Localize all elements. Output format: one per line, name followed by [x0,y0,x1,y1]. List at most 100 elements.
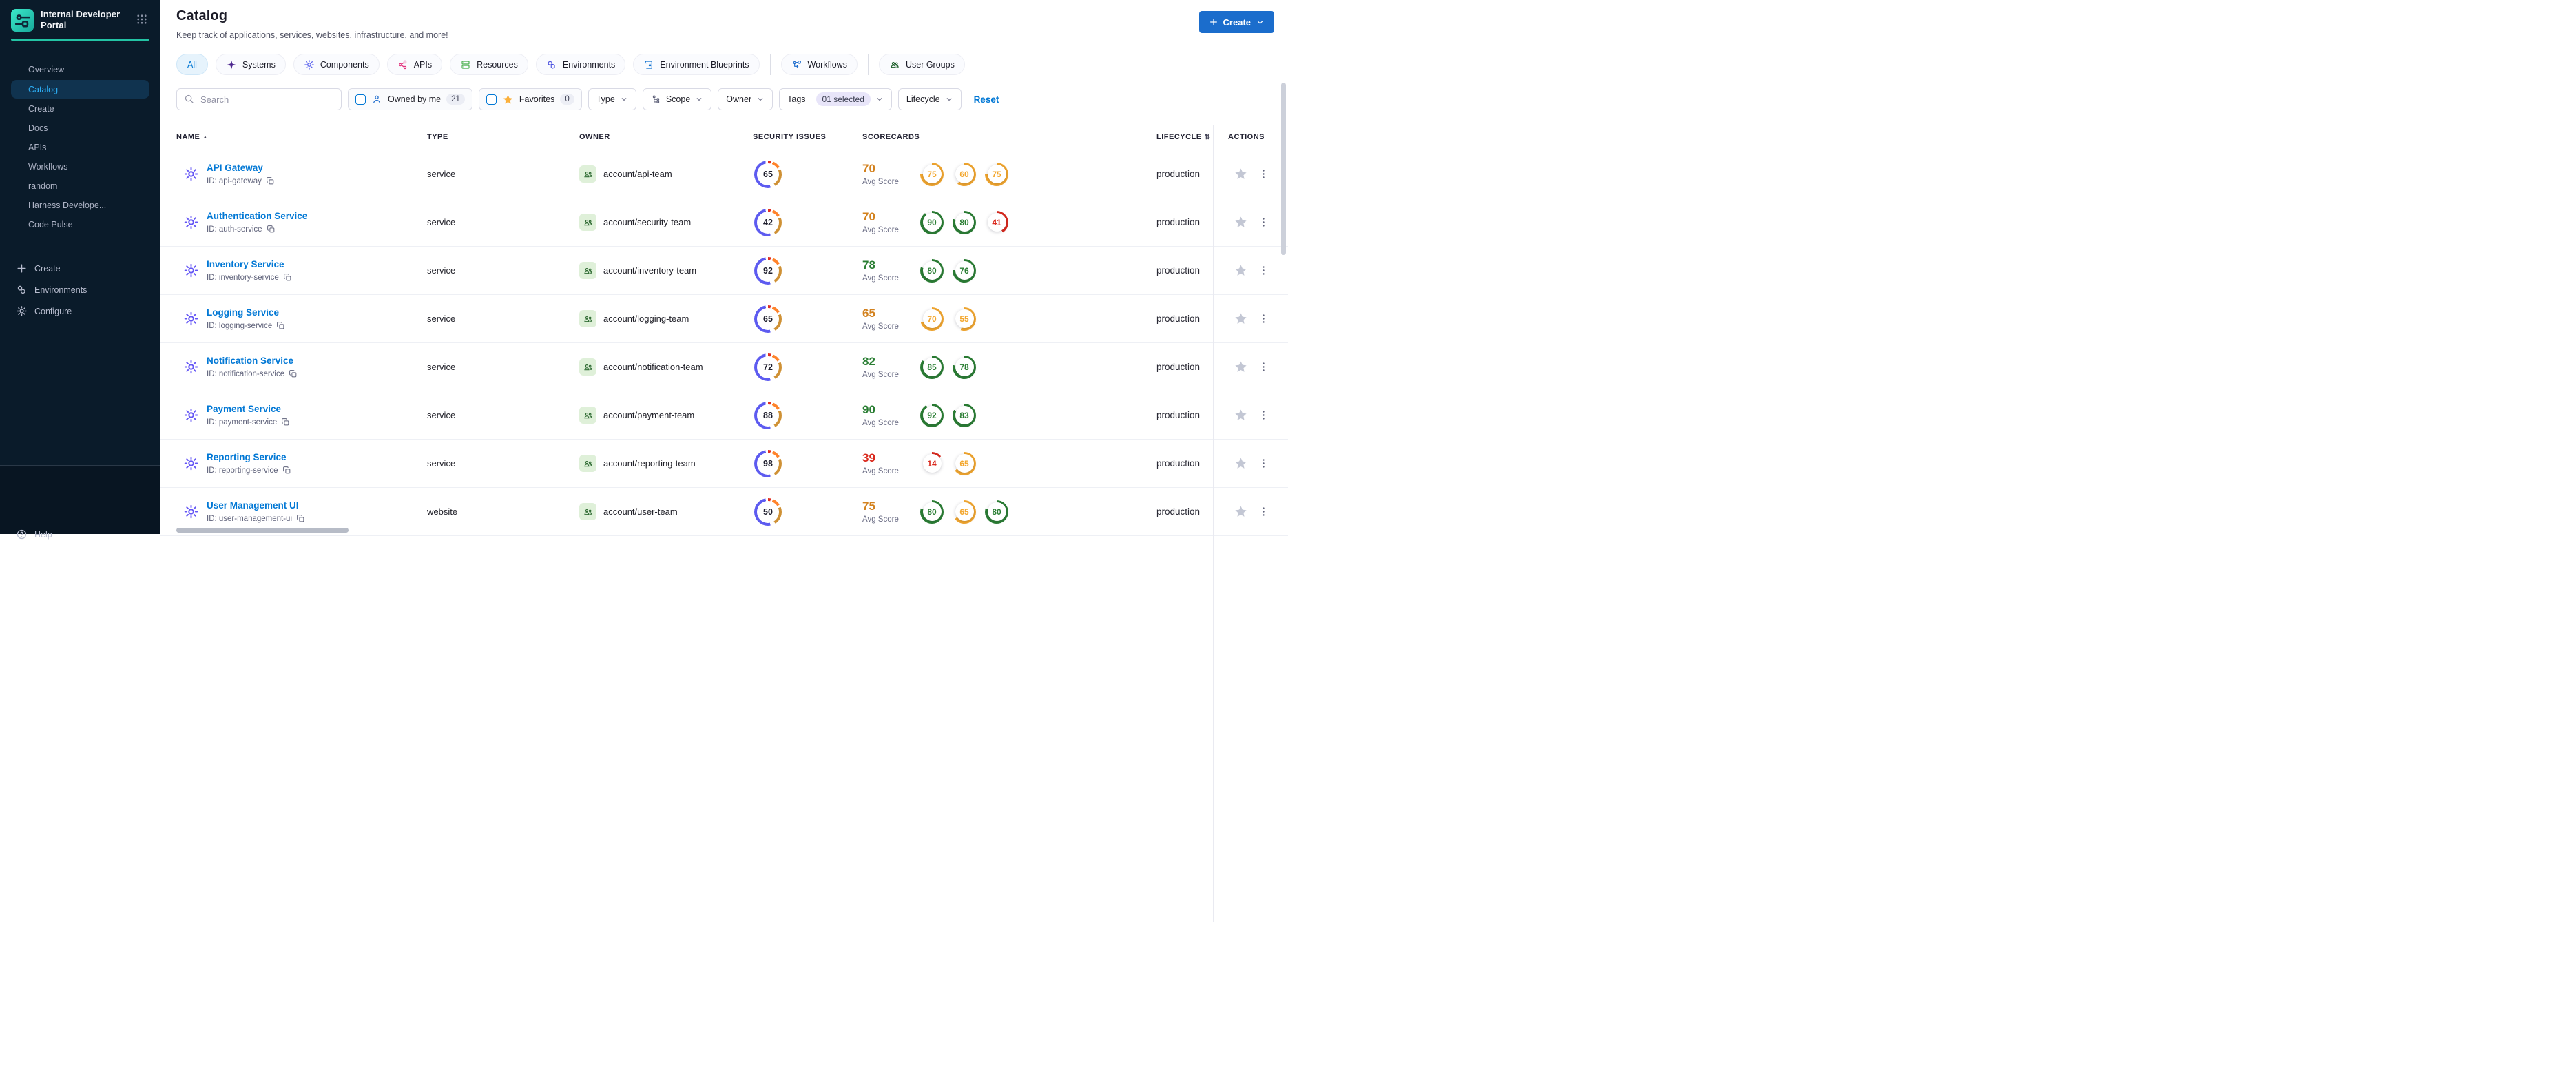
scorecard-badge[interactable]: 80 [920,500,944,524]
scorecard-badge[interactable]: 55 [953,307,976,331]
favorite-star-icon[interactable] [1234,311,1248,326]
scorecard-badge[interactable]: 41 [985,210,1008,234]
security-issues-donut[interactable]: 50 [754,497,782,526]
favorite-star-icon[interactable] [1234,456,1248,471]
entity-name-link[interactable]: Inventory Service [207,259,292,269]
entity-name-link[interactable]: API Gateway [207,163,275,173]
tab-environment-blueprints[interactable]: Environment Blueprints [633,54,760,75]
entity-name-link[interactable]: Reporting Service [207,452,291,462]
scorecard-badge[interactable]: 92 [920,403,944,427]
row-menu-kebab-icon[interactable] [1258,361,1269,373]
security-issues-donut[interactable]: 42 [754,208,782,236]
tags-dropdown[interactable]: Tags 01 selected [779,88,892,110]
tab-components[interactable]: Components [293,54,380,75]
column-header-lifecycle[interactable]: LIFECYCLE ⇅ [1102,133,1213,141]
scorecard-badge[interactable]: 70 [920,307,944,331]
row-menu-kebab-icon[interactable] [1258,506,1269,517]
sidebar-item-harness-develope[interactable]: Harness Develope... [11,196,149,214]
sidebar-item-help[interactable]: Help [16,528,52,540]
tab-all[interactable]: All [176,54,208,75]
favorites-checkbox[interactable] [486,94,497,105]
scorecard-badge[interactable]: 85 [920,355,944,379]
entity-name-link[interactable]: Logging Service [207,307,285,318]
entity-name-link[interactable]: User Management UI [207,500,305,511]
owned-by-me-checkbox[interactable] [355,94,366,105]
copy-icon[interactable] [281,418,290,427]
row-menu-kebab-icon[interactable] [1258,265,1269,276]
copy-icon[interactable] [282,466,291,475]
column-header-owner[interactable]: OWNER [572,133,747,141]
scorecard-badge[interactable]: 83 [953,403,976,427]
horizontal-scrollbar-thumb[interactable] [176,528,349,533]
favorite-star-icon[interactable] [1234,408,1248,422]
scorecard-badge[interactable]: 80 [985,500,1008,524]
row-menu-kebab-icon[interactable] [1258,458,1269,469]
scorecard-badge[interactable]: 60 [953,162,976,186]
favorite-star-icon[interactable] [1234,167,1248,181]
tab-environments[interactable]: Environments [535,54,626,75]
copy-icon[interactable] [296,514,305,523]
type-dropdown[interactable]: Type [588,88,636,110]
copy-icon[interactable] [283,273,292,282]
scorecard-badge[interactable]: 76 [953,258,976,283]
entity-name-link[interactable]: Payment Service [207,404,290,414]
row-menu-kebab-icon[interactable] [1258,313,1269,325]
row-menu-kebab-icon[interactable] [1258,216,1269,228]
copy-icon[interactable] [289,369,298,378]
scorecard-badge[interactable]: 14 [920,451,944,475]
entity-name-link[interactable]: Authentication Service [207,211,307,221]
copy-icon[interactable] [276,321,285,330]
sidebar-item-catalog[interactable]: Catalog [11,80,149,99]
scorecard-badge[interactable]: 65 [953,451,976,475]
column-header-type[interactable]: TYPE [419,133,572,141]
sidebar-item-docs[interactable]: Docs [11,119,149,137]
tab-apis[interactable]: APIs [386,54,443,75]
favorite-star-icon[interactable] [1234,215,1248,229]
row-menu-kebab-icon[interactable] [1258,409,1269,421]
sidebar-item-random[interactable]: random [11,177,149,195]
sidebar-item-configure[interactable]: Configure [11,302,149,320]
reset-filters-button[interactable]: Reset [974,94,999,105]
row-menu-kebab-icon[interactable] [1258,168,1269,180]
security-issues-donut[interactable]: 65 [754,305,782,333]
scorecard-badge[interactable]: 75 [920,162,944,186]
favorite-star-icon[interactable] [1234,360,1248,374]
favorite-star-icon[interactable] [1234,263,1248,278]
copy-icon[interactable] [266,176,275,185]
security-issues-donut[interactable]: 98 [754,449,782,477]
sidebar-item-overview[interactable]: Overview [11,61,149,79]
vertical-scrollbar-thumb[interactable] [1281,83,1286,255]
sidebar-item-create[interactable]: Create [11,100,149,118]
column-header-security-issues[interactable]: SECURITY ISSUES [747,133,854,141]
security-issues-donut[interactable]: 92 [754,256,782,285]
sidebar-item-environments[interactable]: Environments [11,280,149,299]
sidebar-item-create[interactable]: Create [11,259,149,278]
security-issues-donut[interactable]: 88 [754,401,782,429]
sidebar-item-workflows[interactable]: Workflows [11,158,149,176]
scorecard-badge[interactable]: 90 [920,210,944,234]
sidebar-item-code-pulse[interactable]: Code Pulse [11,216,149,234]
entity-name-link[interactable]: Notification Service [207,356,298,366]
tab-user-groups[interactable]: User Groups [878,54,965,75]
favorite-star-icon[interactable] [1234,504,1248,519]
favorites-filter[interactable]: Favorites 0 [478,88,582,110]
owned-by-me-filter[interactable]: Owned by me 21 [348,88,472,110]
scope-dropdown[interactable]: Scope [642,88,712,110]
security-issues-donut[interactable]: 72 [754,353,782,381]
tab-systems[interactable]: Systems [215,54,286,75]
search-input[interactable] [176,88,342,110]
column-header-name[interactable]: NAME ▲ [160,133,419,141]
security-issues-donut[interactable]: 65 [754,160,782,188]
sidebar-item-apis[interactable]: APIs [11,138,149,156]
search-field[interactable] [200,94,334,105]
scorecard-badge[interactable]: 78 [953,355,976,379]
create-button[interactable]: Create [1198,11,1274,33]
copy-icon[interactable] [267,225,276,234]
scorecard-badge[interactable]: 65 [953,500,976,524]
scorecard-badge[interactable]: 75 [985,162,1008,186]
scorecard-badge[interactable]: 80 [920,258,944,283]
tab-workflows[interactable]: Workflows [780,54,858,75]
module-grid-icon[interactable] [136,13,148,25]
column-header-scorecards[interactable]: SCORECARDS [854,133,1102,141]
owner-dropdown[interactable]: Owner [718,88,773,110]
